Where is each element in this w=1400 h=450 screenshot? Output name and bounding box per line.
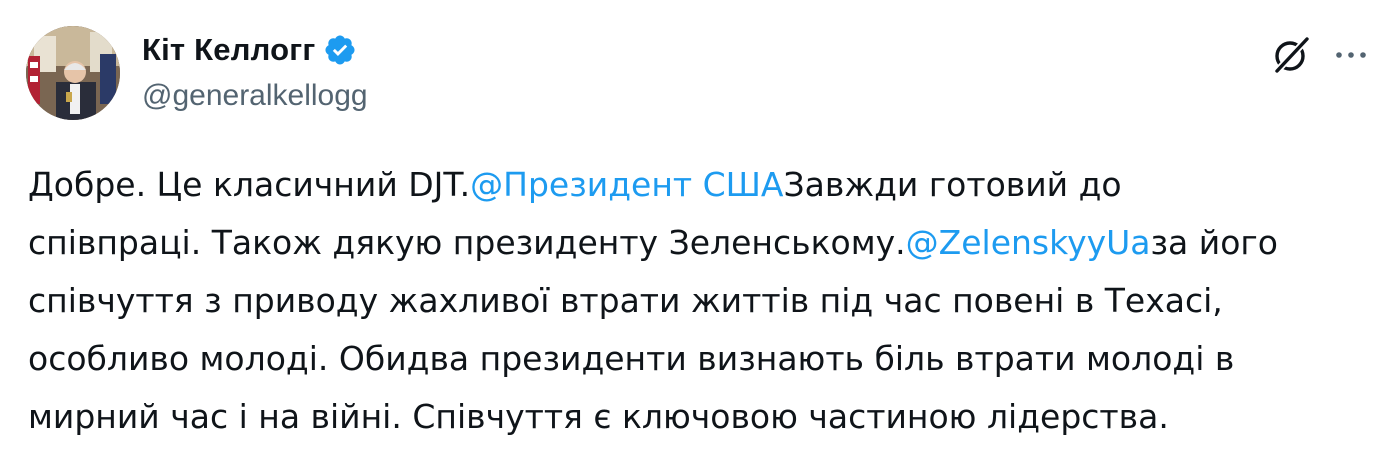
tweet-text-segment: за його [1150, 223, 1278, 262]
author-name-row: Кіт Келлогг [142, 30, 357, 70]
grok-icon [1274, 36, 1310, 74]
more-options-button[interactable] [1326, 30, 1376, 80]
verified-badge-icon[interactable] [323, 33, 357, 67]
tweet-line: співпраці. Також дякую президенту Зеленс… [28, 214, 1373, 272]
tweet-line: Добре. Це класичний DJT.@Президент СШАЗа… [28, 156, 1373, 214]
tweet-line: особливо молоді. Обидва президенти визна… [28, 339, 1235, 378]
tweet-text: Добре. Це класичний DJT.@Президент СШАЗа… [28, 156, 1373, 446]
more-icon [1336, 52, 1366, 58]
tweet-line: співчуття з приводу жахливої втрати житт… [28, 281, 1223, 320]
profile-photo [26, 26, 120, 120]
grok-button[interactable] [1266, 30, 1316, 80]
tweet-text-segment: співпраці. Також дякую президенту Зеленс… [28, 223, 906, 262]
avatar[interactable] [26, 26, 120, 120]
mention-link[interactable]: @Президент США [470, 165, 783, 204]
tweet-line: мирний час і на війні. Співчуття є ключо… [28, 397, 1169, 436]
author-display-name[interactable]: Кіт Келлогг [142, 32, 315, 68]
tweet-text-segment: Завжди готовий до [783, 165, 1122, 204]
tweet-text-segment: Добре. Це класичний DJT. [28, 165, 471, 204]
author-handle[interactable]: @generalkellogg [142, 79, 368, 113]
tweet-header: Кіт Келлогг @generalkellogg [26, 26, 1376, 122]
mention-link[interactable]: @ZelenskyyUa [906, 223, 1151, 262]
